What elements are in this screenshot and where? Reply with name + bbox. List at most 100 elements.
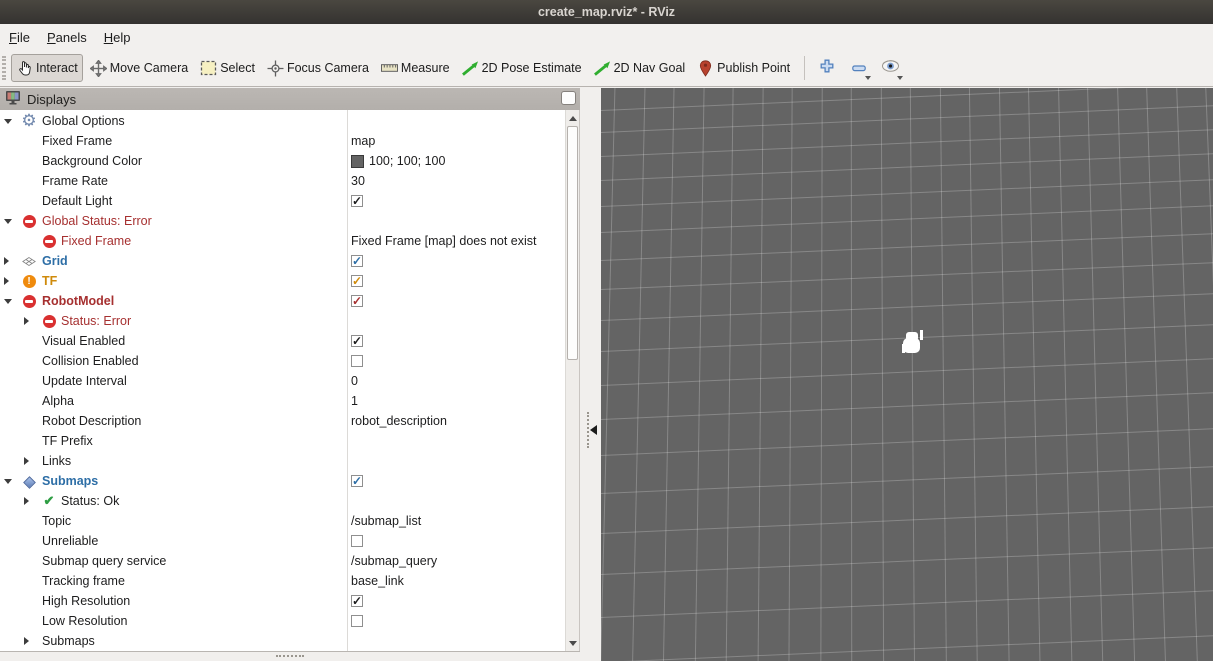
grid-line: [910, 88, 916, 661]
tool-visibility-button[interactable]: [876, 54, 905, 82]
tree-row-tf-prefix[interactable]: TF Prefix: [0, 431, 565, 451]
row-checkbox[interactable]: ✓: [351, 335, 363, 347]
row-label: Submaps: [42, 474, 98, 488]
tree-row-submaps[interactable]: Submaps: [0, 631, 565, 651]
expanded-arrow[interactable]: [4, 219, 12, 224]
measure-label: Measure: [401, 61, 450, 75]
displays-scrollbar[interactable]: [565, 110, 579, 651]
collapsed-arrow[interactable]: [4, 277, 9, 285]
collapsed-arrow[interactable]: [24, 637, 29, 645]
row-value[interactable]: 1: [351, 394, 358, 408]
tree-row-topic[interactable]: Topic/submap_list: [0, 511, 565, 531]
tree-row-tf[interactable]: ! TF ✓: [0, 271, 565, 291]
move-camera-button[interactable]: Move Camera: [85, 54, 194, 82]
tree-row-low-resolution[interactable]: Low Resolution: [0, 611, 565, 631]
tree-row-collision-enabled[interactable]: Collision Enabled: [0, 351, 565, 371]
focus-camera-button[interactable]: Focus Camera: [262, 54, 374, 82]
row-label: Alpha: [42, 394, 74, 408]
nav-goal-button[interactable]: 2D Nav Goal: [589, 54, 691, 82]
tree-row-high-resolution[interactable]: High Resolution✓: [0, 591, 565, 611]
grid-line: [998, 88, 1010, 661]
scroll-up-arrow[interactable]: [566, 111, 579, 125]
tree-row-robotmodel[interactable]: RobotModel✓: [0, 291, 565, 311]
bottom-panel-splitter[interactable]: [0, 651, 580, 661]
row-value[interactable]: /submap_list: [351, 514, 421, 528]
row-label: Frame Rate: [42, 174, 108, 188]
publish-point-button[interactable]: Publish Point: [692, 54, 795, 82]
collapsed-arrow[interactable]: [24, 497, 29, 505]
row-label: Background Color: [42, 154, 142, 168]
pose-estimate-button[interactable]: 2D Pose Estimate: [457, 54, 587, 82]
color-swatch[interactable]: [351, 155, 364, 168]
tree-row-fixed-frame[interactable]: Fixed Framemap: [0, 131, 565, 151]
measure-button[interactable]: Measure: [376, 54, 455, 82]
row-checkbox[interactable]: ✓: [351, 275, 363, 287]
collapse-panel-arrow[interactable]: [590, 425, 597, 435]
grid-line: [1086, 88, 1105, 661]
menu-file[interactable]: File: [2, 27, 37, 48]
grid-line: [601, 502, 1213, 536]
row-value[interactable]: base_link: [351, 574, 404, 588]
warn-icon: !: [22, 274, 36, 288]
tree-row-global-status-error[interactable]: Global Status: Error: [0, 211, 565, 231]
row-label: TF: [42, 274, 57, 288]
tree-row-links[interactable]: Links: [0, 451, 565, 471]
scroll-down-arrow[interactable]: [566, 636, 579, 650]
select-button[interactable]: Select: [195, 54, 260, 82]
toolbar-drag-handle[interactable]: [2, 56, 6, 80]
scrollbar-thumb[interactable]: [567, 126, 578, 360]
panel-float-button[interactable]: [561, 91, 576, 105]
panel-splitter[interactable]: [580, 88, 601, 661]
row-label: Low Resolution: [42, 614, 127, 628]
row-checkbox[interactable]: ✓: [351, 475, 363, 487]
tree-row-status-ok[interactable]: ✔Status: Ok: [0, 491, 565, 511]
collapsed-arrow[interactable]: [24, 457, 29, 465]
row-label: Submap query service: [42, 554, 166, 568]
diamond-icon: [22, 474, 36, 488]
tree-row-unreliable[interactable]: Unreliable: [0, 531, 565, 551]
row-checkbox[interactable]: ✓: [351, 255, 363, 267]
tree-row-grid[interactable]: Grid✓: [0, 251, 565, 271]
row-value[interactable]: 30: [351, 174, 365, 188]
tree-row-global-options[interactable]: ⚙Global Options: [0, 111, 565, 131]
row-checkbox[interactable]: [351, 615, 363, 627]
row-value[interactable]: robot_description: [351, 414, 447, 428]
interact-button[interactable]: Interact: [11, 54, 83, 82]
collapsed-arrow[interactable]: [24, 317, 29, 325]
row-checkbox[interactable]: ✓: [351, 195, 363, 207]
row-value[interactable]: Fixed Frame [map] does not exist: [351, 234, 537, 248]
tree-row-fixed-frame[interactable]: Fixed FrameFixed Frame [map] does not ex…: [0, 231, 565, 251]
collapsed-arrow[interactable]: [4, 257, 9, 265]
row-value[interactable]: /submap_query: [351, 554, 437, 568]
robot-model: [920, 330, 923, 340]
add-tool-button[interactable]: [812, 54, 841, 82]
tree-row-alpha[interactable]: Alpha 1: [0, 391, 565, 411]
tree-row-visual-enabled[interactable]: Visual Enabled✓: [0, 331, 565, 351]
row-checkbox[interactable]: ✓: [351, 595, 363, 607]
expanded-arrow[interactable]: [4, 119, 12, 124]
remove-tool-button[interactable]: [844, 54, 873, 82]
tree-row-submap-query-service[interactable]: Submap query service/submap_query: [0, 551, 565, 571]
expanded-arrow[interactable]: [4, 299, 12, 304]
row-value[interactable]: map: [351, 134, 375, 148]
tree-row-background-color[interactable]: Background Color 100; 100; 100: [0, 151, 565, 171]
tree-row-robot-description[interactable]: Robot Descriptionrobot_description: [0, 411, 565, 431]
window-titlebar[interactable]: create_map.rviz* - RViz: [0, 0, 1213, 24]
row-checkbox[interactable]: [351, 355, 363, 367]
row-value[interactable]: 100; 100; 100: [369, 154, 445, 168]
tree-row-default-light[interactable]: Default Light✓: [0, 191, 565, 211]
tree-row-update-interval[interactable]: Update Interval0: [0, 371, 565, 391]
3d-viewport[interactable]: [601, 88, 1213, 661]
menu-help[interactable]: Help: [97, 27, 138, 48]
row-checkbox[interactable]: [351, 535, 363, 547]
menu-panels[interactable]: Panels: [40, 27, 94, 48]
tree-row-status-error[interactable]: Status: Error: [0, 311, 565, 331]
row-label: Tracking frame: [42, 574, 125, 588]
row-checkbox[interactable]: ✓: [351, 295, 363, 307]
expanded-arrow[interactable]: [4, 479, 12, 484]
row-value[interactable]: 0: [351, 374, 358, 388]
tree-row-tracking-frame[interactable]: Tracking frame base_link: [0, 571, 565, 591]
tree-row-frame-rate[interactable]: Frame Rate 30: [0, 171, 565, 191]
tree-row-submaps[interactable]: Submaps ✓: [0, 471, 565, 491]
row-label: Topic: [42, 514, 71, 528]
